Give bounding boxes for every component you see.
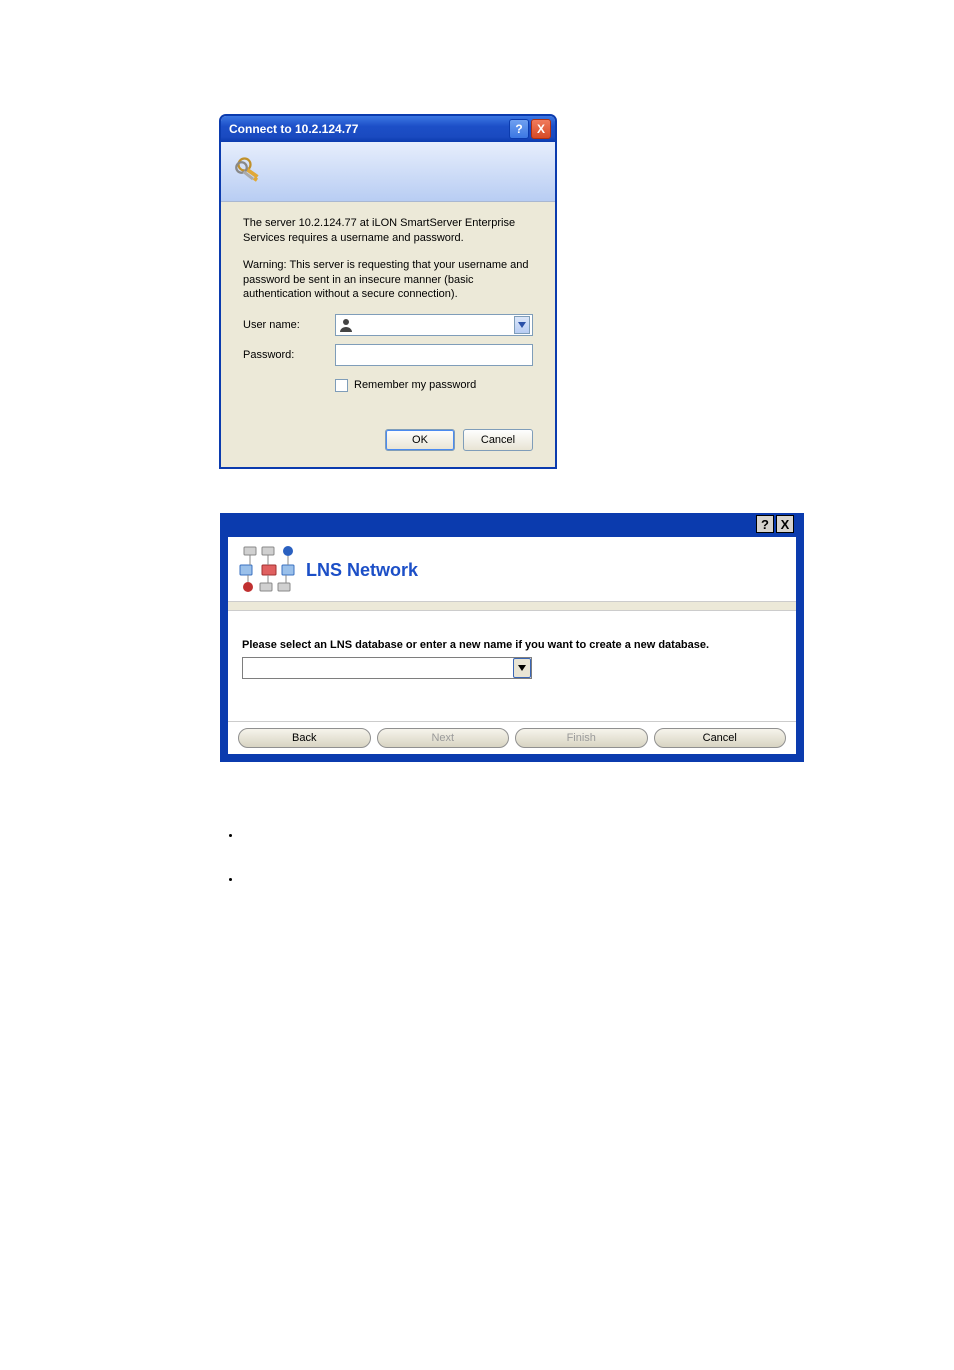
lns-dropdown-button[interactable] xyxy=(513,658,531,678)
remember-checkbox[interactable] xyxy=(335,379,348,392)
connect-title: Connect to 10.2.124.77 xyxy=(229,122,507,136)
remember-row: Remember my password xyxy=(335,378,533,393)
finish-button[interactable]: Finish xyxy=(515,728,648,748)
lns-title: LNS Network xyxy=(306,560,418,581)
close-icon: X xyxy=(781,517,790,532)
document-bullets xyxy=(220,830,780,918)
lns-help-button[interactable]: ? xyxy=(756,515,774,533)
finish-label: Finish xyxy=(567,732,596,744)
bullet-item xyxy=(242,830,780,874)
lns-close-button[interactable]: X xyxy=(776,515,794,533)
ok-label: OK xyxy=(412,433,428,448)
cancel-label: Cancel xyxy=(481,433,515,448)
password-input[interactable] xyxy=(335,344,533,366)
connect-actions: OK Cancel xyxy=(243,429,533,451)
username-combobox[interactable] xyxy=(335,314,533,336)
back-button[interactable]: Back xyxy=(238,728,371,748)
lns-header: LNS Network xyxy=(228,537,796,601)
lns-database-select[interactable] xyxy=(242,657,532,679)
lns-cancel-label: Cancel xyxy=(703,732,737,744)
person-icon xyxy=(338,317,354,333)
next-label: Next xyxy=(431,732,454,744)
lns-cancel-button[interactable]: Cancel xyxy=(654,728,787,748)
connect-banner xyxy=(221,142,555,202)
lns-actions: Back Next Finish Cancel xyxy=(228,721,796,754)
password-label: Password: xyxy=(243,348,335,363)
password-row: Password: xyxy=(243,344,533,366)
lns-body: Please select an LNS database or enter a… xyxy=(228,611,796,693)
help-icon: ? xyxy=(761,517,769,532)
username-label: User name: xyxy=(243,318,335,333)
ok-button[interactable]: OK xyxy=(385,429,455,451)
lns-titlebar-buttons: ? X xyxy=(756,515,794,533)
username-dropdown-button[interactable] xyxy=(514,316,530,334)
network-icon xyxy=(238,545,298,595)
server-text: The server 10.2.124.77 at iLON SmartServ… xyxy=(243,216,533,246)
connect-dialog: Connect to 10.2.124.77 ? X The server 10… xyxy=(220,115,556,468)
connect-titlebar[interactable]: Connect to 10.2.124.77 ? X xyxy=(221,116,555,142)
back-label: Back xyxy=(292,732,316,744)
lns-dialog: ? X L xyxy=(220,513,804,762)
next-button[interactable]: Next xyxy=(377,728,510,748)
close-button[interactable]: X xyxy=(531,119,551,139)
bullet-item xyxy=(242,874,780,918)
cancel-button[interactable]: Cancel xyxy=(463,429,533,451)
lns-instruction: Please select an LNS database or enter a… xyxy=(242,639,782,651)
lns-separator xyxy=(228,601,796,611)
help-button[interactable]: ? xyxy=(509,119,529,139)
lns-select-row xyxy=(242,657,782,679)
username-row: User name: xyxy=(243,314,533,336)
chevron-down-icon xyxy=(518,665,526,671)
connect-body: The server 10.2.124.77 at iLON SmartServ… xyxy=(221,202,555,467)
warning-text: Warning: This server is requesting that … xyxy=(243,258,533,303)
chevron-down-icon xyxy=(518,322,526,328)
keys-icon xyxy=(231,154,267,190)
close-icon: X xyxy=(537,122,545,136)
help-icon: ? xyxy=(515,122,522,136)
remember-label: Remember my password xyxy=(354,378,476,393)
